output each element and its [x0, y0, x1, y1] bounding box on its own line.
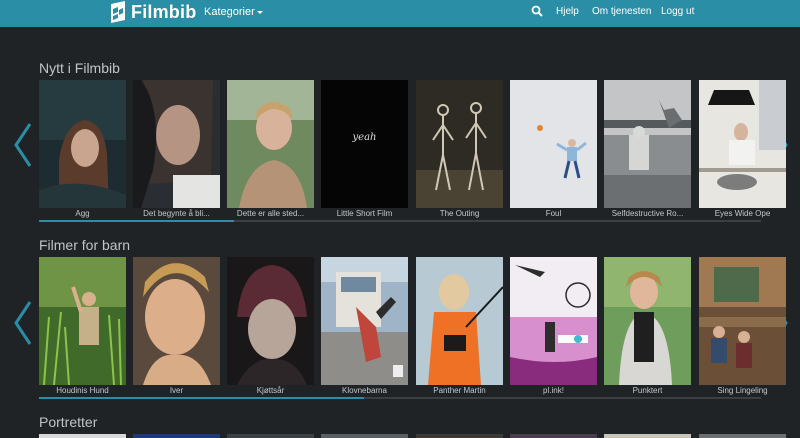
filmbib-logo[interactable]: Filmbib: [110, 0, 196, 24]
film-poster: [604, 257, 691, 385]
search-icon[interactable]: [531, 5, 543, 17]
top-navigation-bar: Filmbib Kategorier Hjelp Om tjenesten Lo…: [0, 0, 800, 27]
film-title: Klovnebarna: [342, 386, 387, 395]
film-card[interactable]: Eyes Wide Ope: [699, 80, 786, 218]
film-title: Selfdestructive Ro...: [611, 209, 684, 218]
carousel-progress-fill: [39, 220, 234, 222]
film-title: Sing Lingeling: [717, 386, 768, 395]
film-poster: [133, 80, 220, 208]
film-title: Det begynte å bli...: [143, 209, 210, 218]
film-title: Dette er alle sted...: [236, 209, 305, 218]
about-link[interactable]: Om tjenesten: [592, 6, 651, 17]
film-poster: [39, 257, 126, 385]
film-card[interactable]: Kjøttsår: [227, 257, 314, 395]
film-card[interactable]: [416, 434, 503, 438]
help-link[interactable]: Hjelp: [556, 6, 579, 17]
film-title: Eyes Wide Ope: [714, 209, 771, 218]
section-title-barn: Filmer for barn: [39, 237, 131, 253]
film-poster: [416, 80, 503, 208]
film-title: Little Short Film: [336, 209, 393, 218]
film-card[interactable]: Det begynte å bli...: [133, 80, 220, 218]
film-card[interactable]: Agg: [39, 80, 126, 218]
film-card[interactable]: Punktert: [604, 257, 691, 395]
film-title: The Outing: [439, 209, 480, 218]
film-title: Panther Martin: [433, 386, 486, 395]
film-title: pl.ink!: [543, 386, 564, 395]
film-poster: [604, 80, 691, 208]
chevron-left-icon[interactable]: [12, 300, 34, 346]
film-poster: [227, 80, 314, 208]
film-card[interactable]: yeah Little Short Film: [321, 80, 408, 218]
film-card[interactable]: Foul: [510, 80, 597, 218]
film-title: Houdinis Hund: [56, 386, 109, 395]
poster-text: yeah: [352, 132, 377, 143]
film-poster: [699, 257, 786, 385]
section-title-portretter: Portretter: [39, 414, 98, 430]
film-title: Agg: [75, 209, 90, 218]
film-card[interactable]: [39, 434, 126, 438]
carousel-progress-children: [39, 397, 761, 399]
film-card[interactable]: Selfdestructive Ro...: [604, 80, 691, 218]
carousel-progress-new: [39, 220, 761, 222]
film-card[interactable]: [133, 434, 220, 438]
film-poster: [39, 80, 126, 208]
film-poster: [510, 80, 597, 208]
film-card[interactable]: [510, 434, 597, 438]
film-card[interactable]: [604, 434, 691, 438]
categories-menu[interactable]: Kategorier: [204, 6, 263, 18]
film-card[interactable]: Dette er alle sted...: [227, 80, 314, 218]
film-card[interactable]: [699, 434, 786, 438]
film-card[interactable]: pl.ink!: [510, 257, 597, 395]
film-card[interactable]: Klovnebarna: [321, 257, 408, 395]
film-poster: [321, 257, 408, 385]
caret-down-icon: [256, 10, 263, 14]
film-card[interactable]: Panther Martin: [416, 257, 503, 395]
carousel-progress-fill: [39, 397, 364, 399]
logo-text: Filmbib: [131, 1, 197, 22]
logout-link[interactable]: Logg ut: [661, 6, 694, 17]
film-card[interactable]: [321, 434, 408, 438]
film-card[interactable]: [227, 434, 314, 438]
film-title: Punktert: [632, 386, 663, 395]
film-poster: [416, 257, 503, 385]
film-poster: [227, 257, 314, 385]
film-poster: yeah: [321, 80, 408, 208]
categories-label: Kategorier: [204, 6, 255, 18]
film-poster: [699, 80, 786, 208]
section-title-nytt: Nytt i Filmbib: [39, 60, 120, 76]
film-card[interactable]: The Outing: [416, 80, 503, 218]
film-card[interactable]: Iver: [133, 257, 220, 395]
chevron-left-icon[interactable]: [12, 122, 34, 168]
film-poster: [133, 257, 220, 385]
filmbib-logo-icon: [111, 1, 125, 23]
film-card[interactable]: Houdinis Hund: [39, 257, 126, 395]
film-card[interactable]: Sing Lingeling: [699, 257, 786, 395]
film-title: Foul: [545, 209, 562, 218]
film-poster: [510, 257, 597, 385]
film-carousel-portraits: [0, 434, 800, 438]
film-title: Iver: [169, 386, 184, 395]
film-title: Kjøttsår: [256, 386, 285, 395]
